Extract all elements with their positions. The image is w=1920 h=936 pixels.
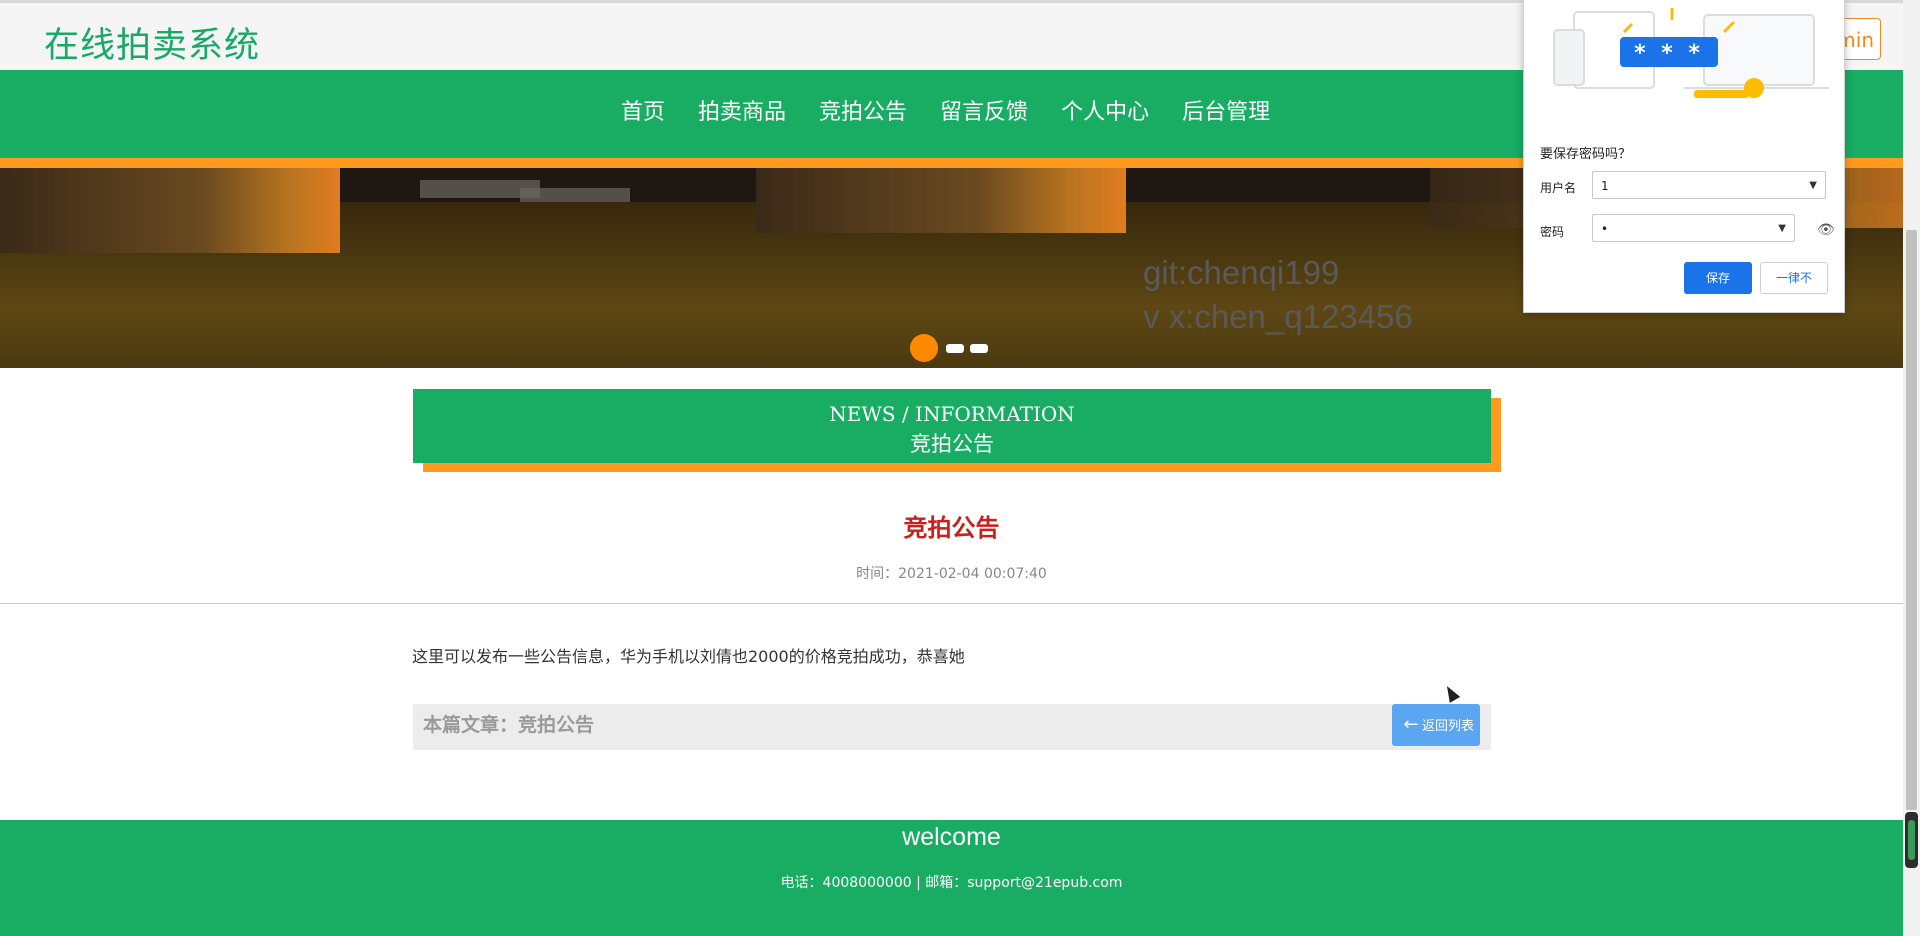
eye-icon[interactable]: 👁: [1817, 222, 1835, 238]
watermark-git: git:chenqi199: [1143, 254, 1340, 291]
scroll-thumb[interactable]: [1906, 230, 1917, 810]
arrow-left-icon: ←: [1403, 714, 1419, 735]
nav-item-personal-center[interactable]: 个人中心: [1061, 94, 1149, 126]
carousel-dot-active[interactable]: [910, 334, 938, 362]
back-to-list-button[interactable]: ← 返回列表: [1392, 704, 1480, 746]
username-select[interactable]: 1 ▼: [1592, 171, 1826, 199]
password-stars: * * *: [1620, 37, 1718, 67]
save-password-question: 要保存密码吗？: [1540, 147, 1632, 162]
back-to-list-label: 返回列表: [1422, 719, 1475, 734]
article-footer-bar: 本篇文章：竞拍公告 ← 返回列表: [413, 704, 1491, 750]
article-time: 时间：2021-02-04 00:07:40: [856, 566, 1047, 582]
section-heading: NEWS / INFORMATION 竞拍公告: [413, 389, 1491, 463]
watermark-wechat: v x:chen_q123456: [1143, 298, 1413, 335]
carousel-indicators: [910, 334, 994, 362]
footer-welcome: welcome: [902, 823, 1001, 851]
nav-item-auction-goods[interactable]: 拍卖商品: [698, 94, 786, 126]
nav-item-feedback[interactable]: 留言反馈: [940, 94, 1028, 126]
boat: [520, 188, 630, 202]
section-heading-en: NEWS / INFORMATION: [829, 402, 1075, 426]
bridge-pillar: [756, 168, 1126, 233]
mouse-cursor: [1441, 683, 1461, 703]
scrollbar[interactable]: [1903, 0, 1920, 936]
save-password-popup: * * * 要保存密码吗？ 用户名 1 ▼ 密码 • ▼ 👁 保存 一律不: [1523, 0, 1845, 313]
chevron-down-icon: ▼: [1778, 223, 1786, 234]
current-article-label: 本篇文章：竞拍公告: [423, 714, 595, 736]
site-title[interactable]: 在线拍卖系统: [44, 17, 260, 68]
scroll-indicator-inner: [1908, 820, 1915, 860]
password-label: 密码: [1540, 225, 1565, 239]
save-password-button[interactable]: 保存: [1684, 262, 1752, 294]
nav-item-announcements[interactable]: 竞拍公告: [819, 94, 907, 126]
username-label: 用户名: [1540, 181, 1577, 195]
nav-item-home[interactable]: 首页: [621, 94, 665, 126]
nav-list: 首页 拍卖商品 竞拍公告 留言反馈 个人中心 后台管理: [621, 94, 1303, 126]
password-select[interactable]: • ▼: [1592, 214, 1795, 242]
carousel-dot[interactable]: [970, 343, 988, 353]
section-heading-cn: 竞拍公告: [910, 432, 994, 456]
nav-item-admin[interactable]: 后台管理: [1182, 94, 1270, 126]
carousel-dot[interactable]: [946, 343, 964, 353]
password-value: •: [1601, 222, 1609, 236]
chevron-down-icon: ▼: [1809, 180, 1817, 191]
bridge-pillar: [0, 168, 340, 253]
divider: [0, 603, 1903, 604]
page-footer: welcome 电话：4008000000 | 邮箱：support@21epu…: [0, 820, 1903, 936]
never-save-button[interactable]: 一律不: [1760, 262, 1828, 294]
scroll-indicator: [1905, 812, 1918, 868]
footer-contact: 电话：4008000000 | 邮箱：support@21epub.com: [780, 875, 1123, 891]
username-value: 1: [1601, 179, 1609, 193]
article-title: 竞拍公告: [903, 514, 1000, 542]
article-body: 这里可以发布一些公告信息，华为手机以刘倩也2000的价格竞拍成功，恭喜她: [412, 647, 965, 666]
